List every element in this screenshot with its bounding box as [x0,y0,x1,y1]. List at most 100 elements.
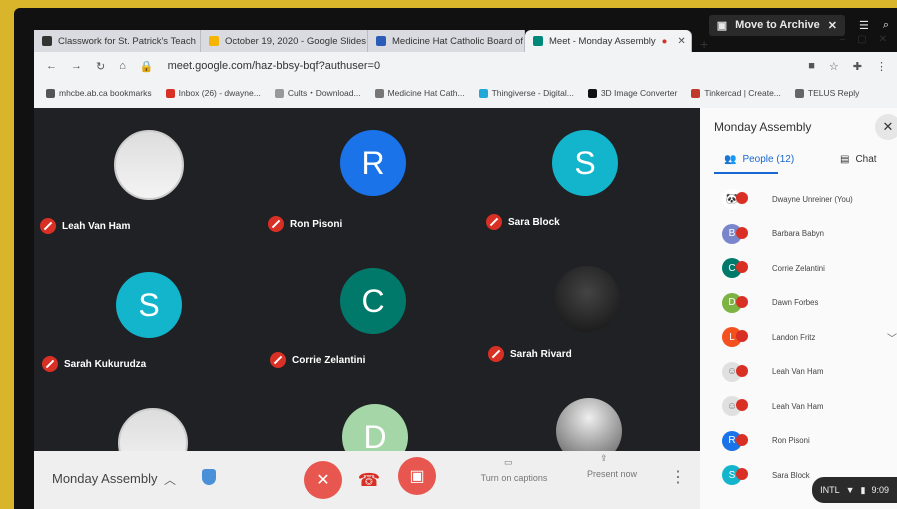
mic-off-icon [736,226,748,239]
list-item[interactable]: 🐼 Dwayne Unreiner (You) [700,182,897,217]
chat-icon: ▤ [840,154,850,165]
tab-classwork[interactable]: Classwork for St. Patrick's Teach ✕ [34,30,201,52]
close-icon[interactable]: ✕ [875,114,897,140]
new-tab-button[interactable]: + [692,36,716,52]
reload-icon[interactable]: ↻ [96,60,105,73]
bookmark-item[interactable]: TELUS Reply [794,88,859,98]
chevron-down-icon[interactable]: ﹀ [887,330,897,345]
bookmark-item[interactable]: Medicine Hat Cath... [374,88,465,98]
person-name: Landon Fritz [772,332,816,342]
converter-icon [587,88,597,98]
close-icon[interactable]: ✕ [828,19,837,32]
tab-label: Classwork for St. Patrick's Teach [58,35,196,47]
meet-controls: Monday Assembly ︿ ✕ ☎ ▣ ▭ Turn on captio… [34,451,700,509]
clock: 9:09 [871,485,889,495]
mic-off-icon [736,261,748,273]
list-item[interactable]: ☺ Leah Van Ham [700,355,897,390]
close-icon[interactable]: ✕ [879,34,887,45]
people-icon: 👥 [724,154,737,165]
bookmark-item[interactable]: Inbox (26) - dwayne... [165,88,261,98]
tab-label: October 19, 2020 - Google Slides [225,35,367,47]
extensions-icon[interactable]: ✚ [853,60,862,73]
participant-avatar: S [552,130,618,196]
meet-stage: Leah Van Ham R Ron Pisoni S Sara Block S… [34,108,700,478]
list-item[interactable]: L Landon Fritz ﹀ [700,320,897,355]
mic-off-icon [736,192,748,204]
meeting-title[interactable]: Monday Assembly [52,471,158,486]
bookmark-label: Thingiverse - Digital... [491,88,574,98]
mic-off-icon [736,364,748,377]
bookmark-item[interactable]: Thingiverse - Digital... [478,88,574,98]
tab-label: Meet - Monday Assembly [549,35,656,47]
tab-slides[interactable]: October 19, 2020 - Google Slides ✕ [201,30,368,52]
captions-button[interactable]: Turn on captions [474,473,554,483]
list-item[interactable]: R Ron Pisoni [700,424,897,459]
search-icon[interactable]: ⌕ [883,19,889,32]
recording-dot-icon: ● [661,35,668,47]
tab-people[interactable]: 👥 People (12) [724,154,794,165]
panel-title: Monday Assembly [714,120,812,134]
wifi-icon: ▼ [845,485,855,495]
people-list: 🐼 Dwayne Unreiner (You) B Barbara Babyn CC… [700,182,897,493]
list-item[interactable]: B Barbara Babyn [700,217,897,252]
participant-name: Ron Pisoni [268,216,342,232]
mic-off-icon [486,214,502,230]
close-icon[interactable]: ✕ [677,36,685,47]
star-icon[interactable]: ☆ [829,60,839,73]
bookmark-label: Medicine Hat Cath... [387,88,465,98]
tab-label: Chat [855,154,877,165]
tab-label: Medicine Hat Catholic Board of [392,35,523,47]
bookmark-label: mhcbe.ab.ca bookmarks [59,88,152,98]
bookmark-item[interactable]: mhcbe.ab.ca bookmarks [46,88,152,98]
bookmark-item[interactable]: Tinkercad | Create... [691,88,781,98]
os-shelf[interactable]: INTL ▼ ▮ 9:09 [812,477,897,503]
mic-off-button[interactable]: ✕ [304,461,342,499]
tab-chat[interactable]: ▤ Chat [840,154,877,165]
more-options-icon[interactable]: ⋮ [670,467,686,487]
mic-off-icon [270,352,286,368]
participant-name: Sara Block [486,214,560,230]
bookmark-item[interactable]: 3D Image Converter [587,88,677,98]
tab-strip: Classwork for St. Patrick's Teach ✕ Octo… [34,28,757,52]
minimize-icon[interactable]: – [840,34,846,45]
present-button[interactable]: Present now [582,469,642,479]
mic-off-icon [736,468,748,480]
battery-icon: ▮ [860,484,866,495]
mic-off-icon [736,330,748,342]
bookmark-item[interactable]: Cults・Download... [274,87,361,99]
gmail-icon [165,88,175,98]
participant-avatar [114,130,184,200]
person-name: Corrie Zelantini [772,263,825,273]
list-item[interactable]: D Dawn Forbes [700,286,897,321]
tab-meet[interactable]: Meet - Monday Assembly ● ✕ [525,30,692,52]
cross-icon [374,88,384,98]
tab-board[interactable]: Medicine Hat Catholic Board of ✕ [368,30,525,52]
participant-label: Sara Block [508,216,560,228]
tab-indicator [714,172,778,174]
participant-name: Sarah Rivard [488,346,572,362]
participant-label: Leah Van Ham [62,220,131,232]
shield-icon[interactable] [202,469,216,485]
mic-off-icon [736,433,748,446]
mic-off-icon [488,346,504,362]
mic-off-icon [42,356,58,372]
address-bar[interactable]: meet.google.com/haz-bbsy-bqf?authuser=0 [168,60,381,72]
tab-label: People (12) [742,154,795,165]
home-icon[interactable]: ⌂ [119,60,126,72]
camera-icon[interactable]: ■ [808,60,815,72]
camera-off-button[interactable]: ▣ [398,457,436,495]
bookmarks-bar: mhcbe.ab.ca bookmarks Inbox (26) - dwayn… [34,80,897,106]
forward-icon[interactable]: → [71,60,82,72]
back-icon[interactable]: ← [46,60,57,72]
filter-icon[interactable]: ☰ [859,19,869,32]
mic-off-icon [268,216,284,232]
cults-icon [274,88,284,98]
screen-frame: ▣ Move to Archive ✕ ☰ ⌕ Classwork for St… [14,8,897,509]
list-item[interactable]: ☺ Leah Van Ham [700,389,897,424]
list-item[interactable]: C Corrie Zelantini [700,251,897,286]
address-row: ← → ↻ ⌂ 🔒 meet.google.com/haz-bbsy-bqf?a… [34,52,897,80]
maximize-icon[interactable]: ▢ [857,34,866,45]
menu-icon[interactable]: ⋮ [876,60,897,73]
hang-up-button[interactable]: ☎ [350,461,388,499]
chevron-up-icon[interactable]: ︿ [164,471,176,488]
